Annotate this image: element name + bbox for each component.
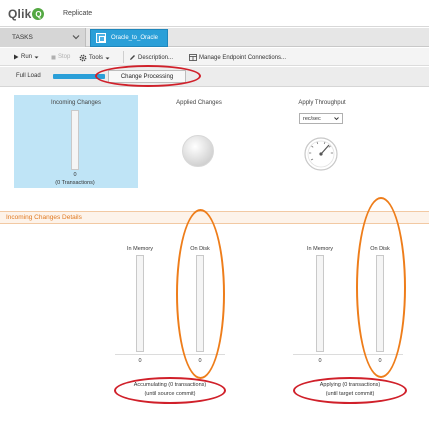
- accumulating-in-memory-bar: [136, 255, 144, 352]
- accumulating-in-memory-label: In Memory: [127, 246, 153, 252]
- applying-caption-highlight: [293, 377, 407, 404]
- gauge-icon: [303, 136, 339, 172]
- change-processing-highlight: [95, 65, 201, 87]
- accumulating-on-disk-highlight: [176, 209, 225, 379]
- logo-text: Qlik: [8, 7, 32, 21]
- app-name: Replicate: [63, 10, 93, 17]
- task-tab-label: Oracle_to_Oracle: [111, 35, 159, 41]
- full-load-tab[interactable]: Full Load: [16, 73, 41, 79]
- apply-throughput-title: Apply Throughput: [298, 100, 346, 106]
- applying-on-disk-highlight: [356, 197, 406, 378]
- logo-mark: Q: [32, 8, 45, 20]
- description-label: Description...: [138, 54, 174, 61]
- gear-icon: [79, 54, 87, 62]
- accumulating-caption-highlight: [114, 377, 226, 404]
- manage-endpoints-button[interactable]: Manage Endpoint Connections...: [189, 54, 286, 61]
- chevron-down-icon: [334, 117, 339, 121]
- endpoints-icon: [189, 54, 197, 61]
- incoming-changes-title: Incoming Changes: [50, 100, 102, 106]
- stop-icon: [51, 55, 56, 59]
- incoming-changes-bar: [71, 110, 79, 170]
- tools-button[interactable]: Tools: [79, 54, 110, 62]
- run-button[interactable]: Run: [13, 54, 39, 60]
- run-label: Run: [21, 54, 33, 60]
- chevron-down-icon[interactable]: [72, 33, 80, 43]
- stop-label: Stop: [58, 54, 71, 60]
- chevron-down-icon: [105, 57, 110, 59]
- incoming-changes-details-title: Incoming Changes Details: [6, 214, 82, 221]
- throughput-unit-value: rec/sec: [303, 115, 321, 122]
- tasks-label: TASKS: [12, 34, 33, 41]
- play-icon: [14, 54, 19, 60]
- description-button[interactable]: Description...: [129, 54, 173, 61]
- applied-changes-indicator: [182, 135, 214, 167]
- qlik-logo: Qlik Q: [8, 7, 45, 21]
- manage-endpoints-label: Manage Endpoint Connections...: [199, 54, 287, 61]
- throughput-unit-select[interactable]: rec/sec: [299, 113, 343, 124]
- applying-in-memory-bar: [316, 255, 324, 352]
- task-icon: [96, 33, 106, 43]
- incoming-changes-value: 0: [73, 172, 77, 178]
- applying-in-memory-label: In Memory: [307, 246, 333, 252]
- toolbar-divider: [123, 51, 124, 63]
- tools-label: Tools: [89, 55, 104, 61]
- applied-changes-title: Applied Changes: [176, 100, 222, 106]
- chevron-down-icon: [34, 56, 39, 58]
- stop-button[interactable]: Stop: [51, 54, 70, 60]
- incoming-transactions: (0 Transactions): [55, 180, 95, 186]
- edit-icon: [130, 55, 135, 60]
- accumulating-in-memory-value: 0: [138, 358, 142, 364]
- applying-in-memory-value: 0: [318, 358, 322, 364]
